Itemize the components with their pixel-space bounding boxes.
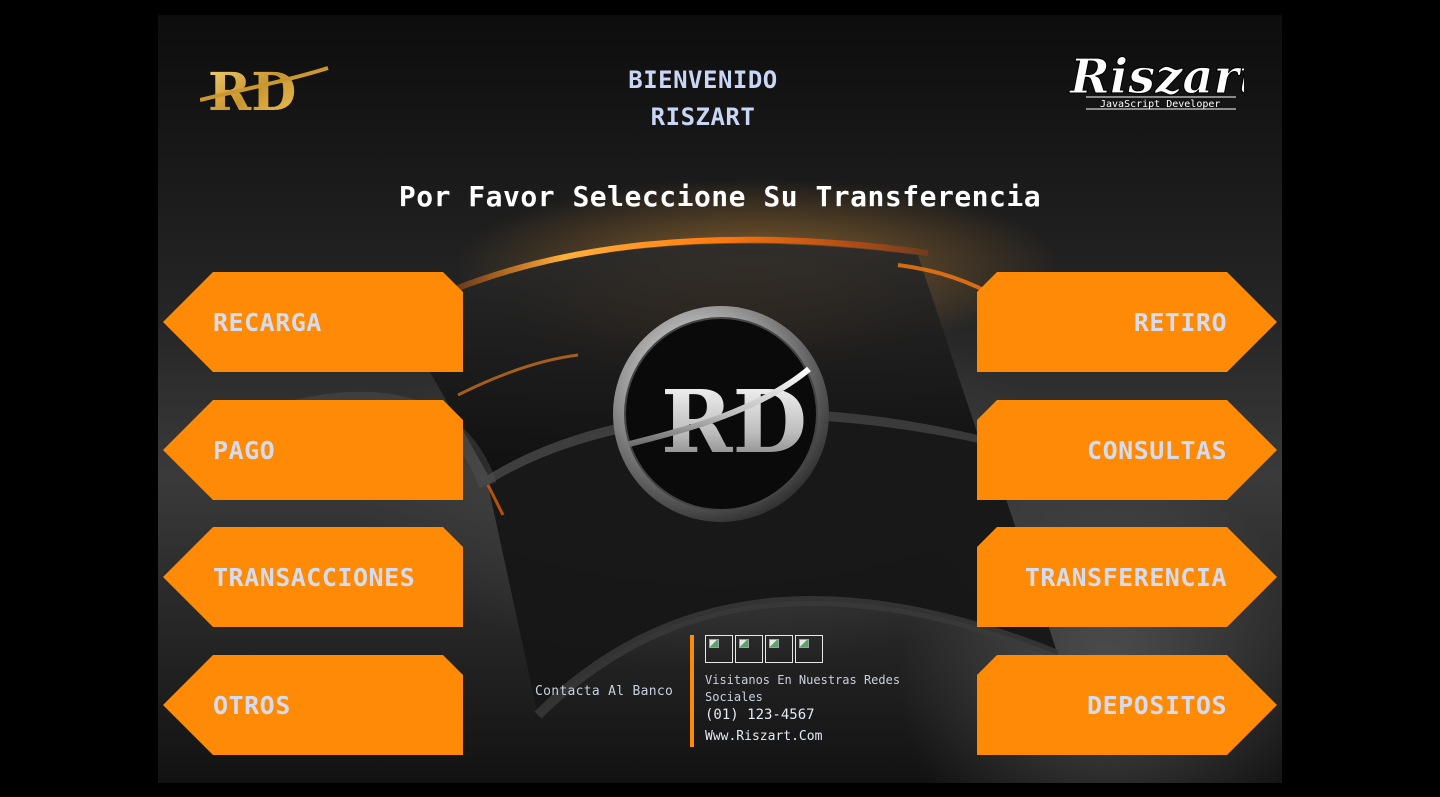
atm-screen: RD BIENVENIDO RISZART Riszart JavaScript… xyxy=(158,15,1282,783)
button-label: DEPOSITOS xyxy=(1087,690,1227,720)
button-label: RECARGA xyxy=(213,307,322,337)
broken-image-icon[interactable] xyxy=(765,635,793,663)
rd-gold-logo-icon: RD xyxy=(200,62,329,120)
social-icons xyxy=(705,635,825,663)
retiro-button[interactable]: RETIRO xyxy=(977,272,1277,372)
consultas-button[interactable]: CONSULTAS xyxy=(977,400,1277,500)
welcome-message: BIENVENIDO RISZART xyxy=(578,62,828,136)
user-name: RISZART xyxy=(650,103,756,131)
info-divider xyxy=(690,635,694,747)
button-label: CONSULTAS xyxy=(1087,435,1227,465)
button-label: TRANSACCIONES xyxy=(213,562,416,592)
broken-image-icon[interactable] xyxy=(705,635,733,663)
riszart-logo-icon: Riszart JavaScript Developer xyxy=(1068,49,1245,111)
contact-label: Contacta Al Banco xyxy=(535,684,674,699)
recarga-button[interactable]: RECARGA xyxy=(163,272,463,372)
transferencia-button[interactable]: TRANSFERENCIA xyxy=(977,527,1277,627)
svg-text:JavaScript Developer: JavaScript Developer xyxy=(1100,99,1220,110)
website-link[interactable]: Www.Riszart.Com xyxy=(705,729,822,744)
button-label: OTROS xyxy=(213,690,291,720)
button-label: PAGO xyxy=(213,435,276,465)
button-label: TRANSFERENCIA xyxy=(1024,562,1227,592)
otros-button[interactable]: OTROS xyxy=(163,655,463,755)
phone-number: (01) 123-4567 xyxy=(705,707,815,723)
transacciones-button[interactable]: TRANSACCIONES xyxy=(163,527,463,627)
button-label: RETIRO xyxy=(1133,307,1227,337)
instruction-heading: Por Favor Seleccione Su Transferencia xyxy=(398,180,1042,213)
broken-image-icon[interactable] xyxy=(795,635,823,663)
welcome-line: BIENVENIDO xyxy=(628,66,778,94)
social-invite-text: Visitanos En Nuestras Redes Sociales xyxy=(705,673,901,704)
rd-emblem-icon: RD xyxy=(613,306,829,522)
pago-button[interactable]: PAGO xyxy=(163,400,463,500)
broken-image-icon[interactable] xyxy=(735,635,763,663)
depositos-button[interactable]: DEPOSITOS xyxy=(977,655,1277,755)
svg-text:RD: RD xyxy=(208,62,296,120)
